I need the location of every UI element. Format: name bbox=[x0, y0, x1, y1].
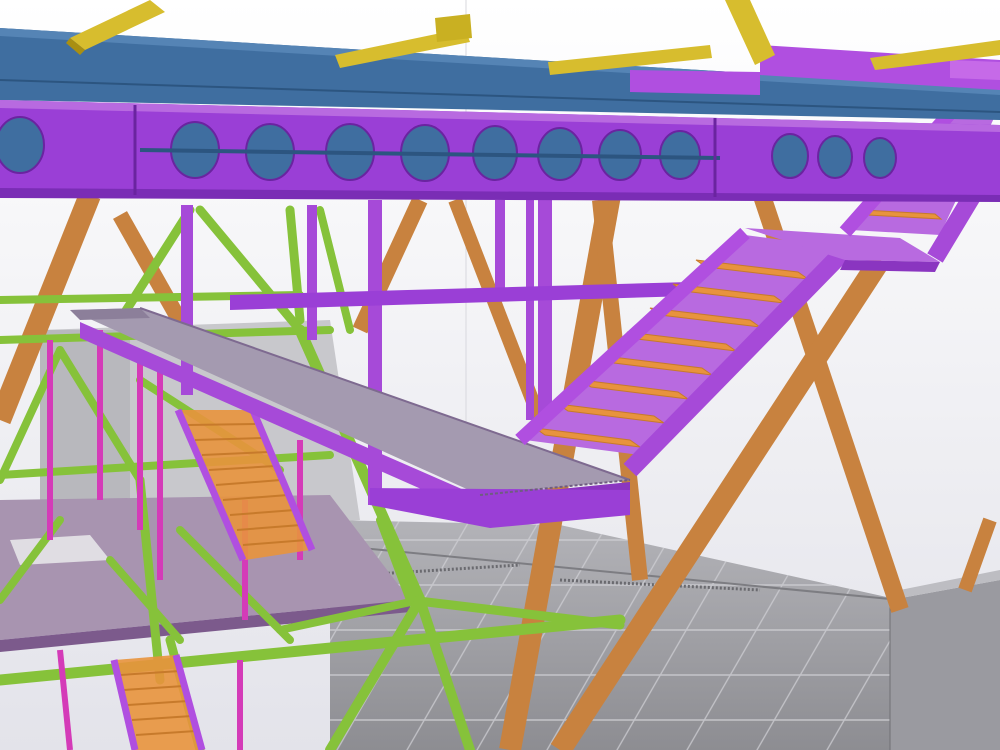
model-viewport[interactable] bbox=[0, 0, 1000, 750]
structural-model-render bbox=[0, 0, 1000, 750]
concrete-pier bbox=[889, 570, 1000, 750]
